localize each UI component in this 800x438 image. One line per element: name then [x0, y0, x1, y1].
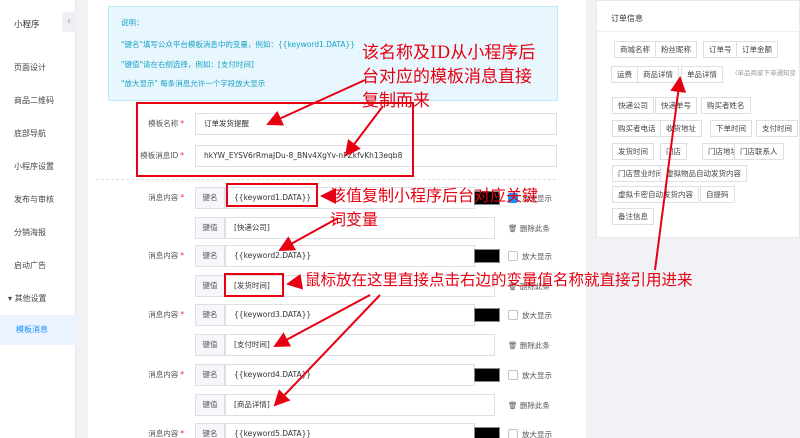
arrow-5	[286, 273, 304, 290]
annotation-arrows	[266, 76, 687, 407]
arrow-1	[266, 79, 366, 126]
arrow-7	[273, 294, 381, 407]
arrow-4	[278, 217, 339, 251]
arrow-2	[344, 105, 384, 157]
arrow-8	[654, 76, 687, 271]
